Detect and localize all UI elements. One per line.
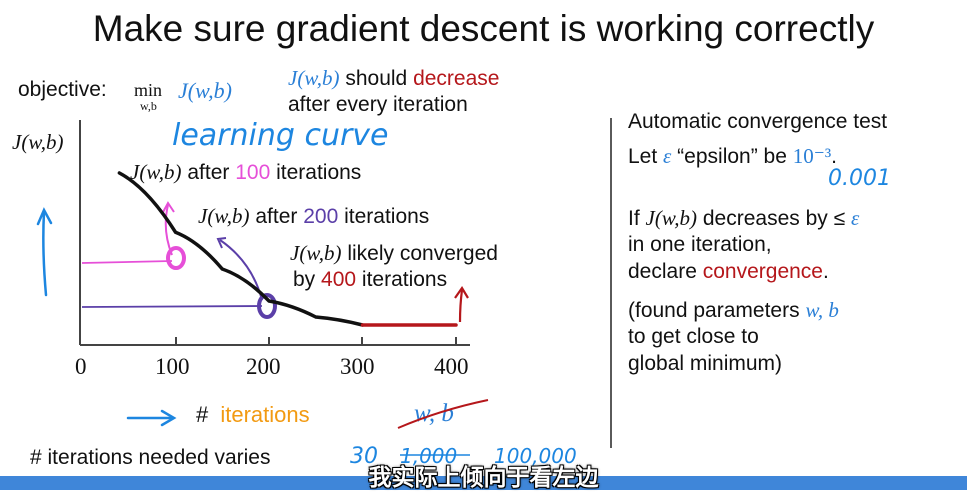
video-subtitle: 我实际上倾向于看左边: [368, 465, 599, 491]
cost-curve-series: [117, 171, 365, 327]
purple-guide-line: [81, 305, 263, 308]
learning-curve-chart: [36, 120, 489, 456]
pink-scribble: [166, 246, 186, 270]
red-arrow: [458, 289, 464, 323]
pink-arrow: [164, 204, 173, 256]
params-strike: [397, 399, 489, 429]
pink-guide-line: [81, 260, 173, 264]
y-blue-arrow: [42, 210, 48, 297]
